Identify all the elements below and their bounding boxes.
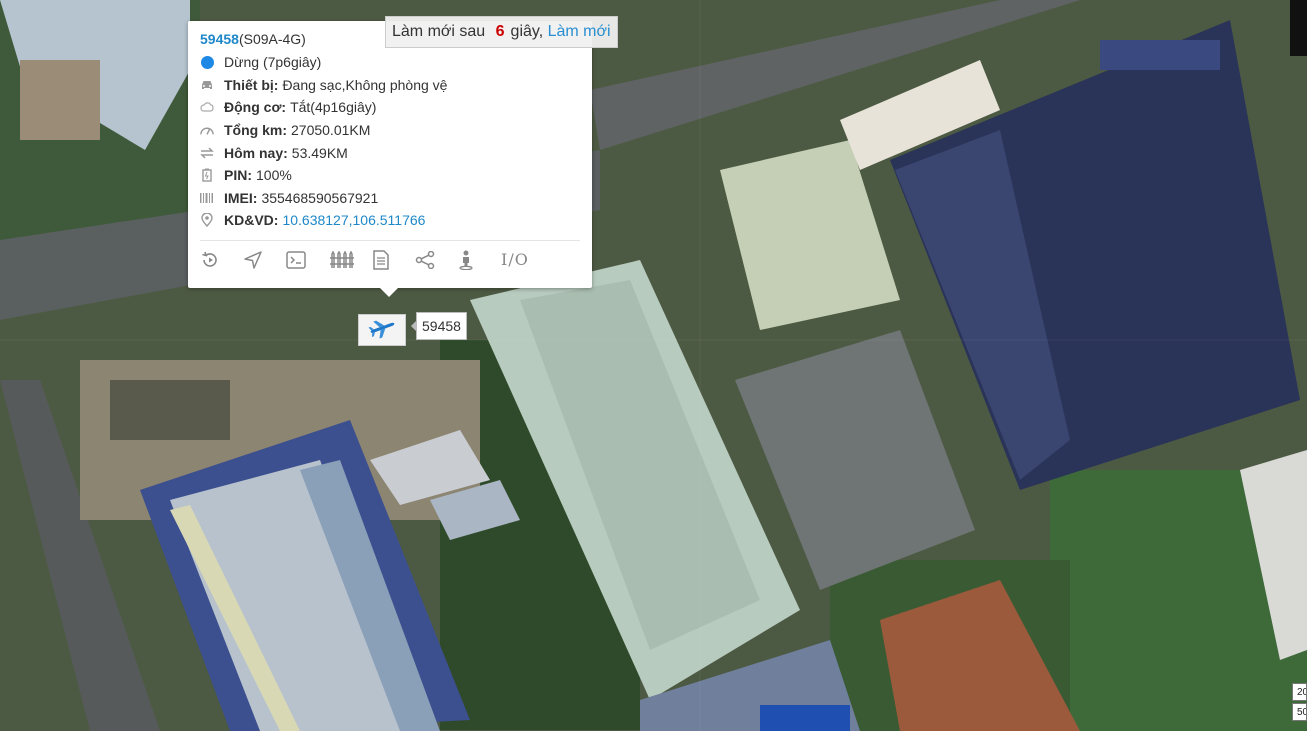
total-km-value: 27050.01KM (291, 122, 371, 139)
vehicle-marker-label: 59458 (411, 312, 467, 340)
device-model: (S09A-4G) (238, 31, 306, 47)
total-km-label: Tổng km: (224, 122, 287, 139)
vehicle-info-popup: 59458(S09A-4G) Dừng (7p6giây) Thiết bị: … (188, 21, 592, 297)
swap-arrows-icon (200, 146, 214, 160)
car-icon (200, 78, 214, 92)
refresh-countdown-bar: Làm mới sau 6 giây, Làm mới (385, 16, 618, 48)
vehicle-id-link[interactable]: 59458 (200, 31, 239, 47)
vehicle-marker[interactable] (358, 314, 406, 346)
airplane-icon (368, 317, 396, 344)
barcode-icon (200, 191, 214, 205)
today-label: Hôm nay: (224, 144, 288, 161)
io-button[interactable]: I/O (501, 247, 544, 273)
today-row: Hôm nay: 53.49KM (200, 141, 580, 164)
map-top-right-control (1290, 0, 1307, 56)
device-row: Thiết bị: Đang sạc,Không phòng vệ (200, 74, 580, 97)
map-scale-top: 20 (1292, 683, 1307, 701)
refresh-prefix: Làm mới sau (392, 23, 486, 40)
imei-row: IMEI: 355468590567921 (200, 187, 580, 210)
report-document-icon[interactable] (372, 247, 415, 273)
status-dot-icon (200, 55, 214, 69)
engine-value: Tắt(4p16giây) (290, 99, 377, 116)
pin-label: PIN: (224, 167, 252, 184)
engine-label: Động cơ: (224, 99, 287, 116)
coords-label: KD&VD: (224, 212, 279, 229)
today-value: 53.49KM (291, 144, 348, 161)
location-pin-icon (200, 213, 214, 228)
coords-link[interactable]: 10.638127,106.511766 (282, 209, 425, 231)
device-value: Đang sạc,Không phòng vệ (282, 76, 448, 93)
battery-icon (200, 168, 214, 182)
speedometer-icon (200, 123, 214, 137)
pin-value: 100% (256, 167, 292, 184)
popup-actions: I/O (200, 241, 580, 279)
status-row: Dừng (7p6giây) (200, 51, 580, 74)
refresh-suffix: giây, (510, 23, 544, 40)
navigate-arrow-icon[interactable] (243, 247, 286, 273)
playback-history-icon[interactable] (200, 247, 243, 273)
engine-row: Động cơ: Tắt(4p16giây) (200, 96, 580, 119)
refresh-seconds: 6 (495, 23, 505, 40)
map-scale-bottom: 50 (1292, 703, 1307, 721)
imei-value: 355468590567921 (261, 189, 379, 206)
device-label: Thiết bị: (224, 76, 279, 93)
fence-icon[interactable] (329, 247, 372, 273)
status-text: Dừng (7p6giây) (224, 54, 322, 71)
pin-row: PIN: 100% (200, 164, 580, 187)
engine-icon (200, 100, 214, 114)
command-terminal-icon[interactable] (286, 247, 329, 273)
share-icon[interactable] (415, 247, 458, 273)
coords-row: KD&VD: 10.638127,106.511766 (200, 209, 580, 232)
refresh-now-link[interactable]: Làm mới (548, 23, 611, 40)
imei-label: IMEI: (224, 189, 258, 206)
total-km-row: Tổng km: 27050.01KM (200, 119, 580, 142)
street-view-person-icon[interactable] (458, 247, 501, 273)
